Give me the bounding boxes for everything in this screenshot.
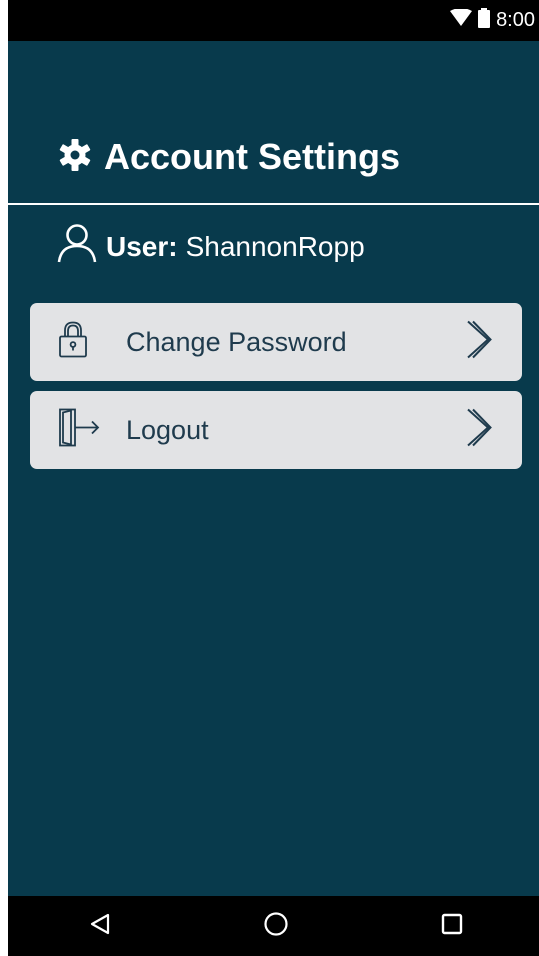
wifi-icon — [450, 8, 473, 32]
logout-door-icon — [58, 408, 102, 453]
logout-button[interactable]: Logout — [30, 391, 522, 469]
logout-label: Logout — [126, 414, 209, 445]
change-password-button[interactable]: Change Password — [30, 303, 522, 381]
app-screen: 8:00 Account Settings User: ShannonRopp … — [8, 0, 539, 956]
nav-back-button[interactable] — [70, 896, 130, 956]
home-circle-icon — [263, 911, 289, 942]
gear-icon — [58, 138, 92, 177]
user-info: User: ShannonRopp — [56, 222, 365, 271]
nav-home-button[interactable] — [246, 896, 306, 956]
page-title: Account Settings — [104, 136, 401, 177]
user-label: User: — [106, 230, 178, 262]
chevron-right-icon — [466, 408, 492, 453]
nav-recents-button[interactable] — [422, 896, 482, 956]
system-nav-bar — [8, 896, 539, 956]
lock-icon — [58, 321, 88, 364]
status-time: 8:00 — [496, 9, 535, 31]
person-icon — [56, 222, 98, 271]
change-password-label: Change Password — [126, 326, 347, 357]
user-name: ShannonRopp — [185, 230, 365, 262]
page-header: Account Settings — [58, 136, 400, 178]
header-divider — [8, 203, 539, 205]
status-bar: 8:00 — [8, 0, 539, 41]
status-icons: 8:00 — [450, 0, 535, 41]
chevron-right-icon — [466, 320, 492, 365]
battery-icon — [478, 8, 491, 33]
back-triangle-icon — [88, 912, 112, 941]
recents-square-icon — [441, 913, 463, 940]
